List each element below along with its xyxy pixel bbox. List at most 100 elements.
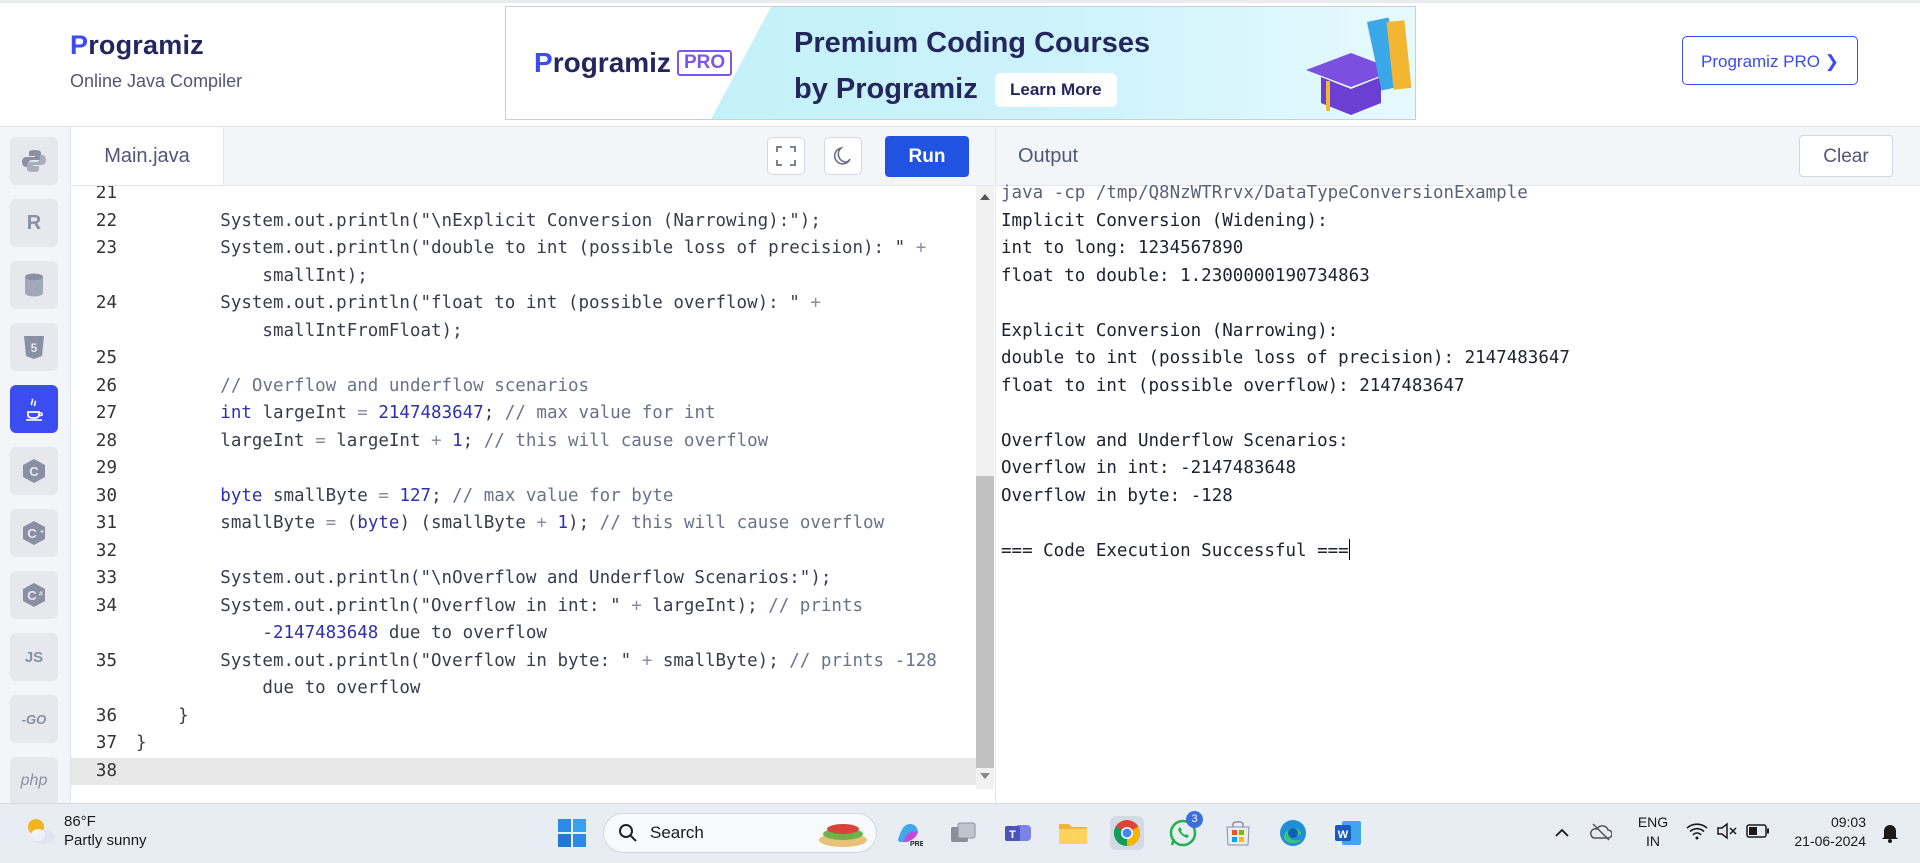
brand-logo-text: rogramiz	[88, 30, 204, 60]
code-line[interactable]: 38	[71, 757, 976, 785]
code-line[interactable]: smallInt);	[71, 263, 976, 291]
tray-overflow-chevron-icon[interactable]	[1554, 826, 1570, 838]
fullscreen-button[interactable]	[767, 137, 805, 175]
code-line[interactable]: 36 }	[71, 703, 976, 731]
onedrive-offline-icon[interactable]	[1590, 822, 1612, 842]
scroll-up-arrow-icon[interactable]	[980, 194, 990, 200]
code-text[interactable]: smallByte = (byte) (smallByte + 1); // t…	[136, 510, 884, 538]
code-text[interactable]: due to overflow	[136, 675, 420, 703]
brand[interactable]: Programiz Online Java Compiler	[70, 30, 242, 92]
brand-logo[interactable]: Programiz	[70, 30, 242, 61]
html5-icon[interactable]: 5	[10, 323, 58, 371]
run-button[interactable]: Run	[885, 136, 969, 177]
code-text[interactable]: System.out.println("Overflow in int: " +…	[136, 593, 863, 621]
code-line[interactable]: 27 int largeInt = 2147483647; // max val…	[71, 400, 976, 428]
javascript-icon[interactable]: JS	[10, 633, 58, 681]
ad-learn-more-button[interactable]: Learn More	[995, 73, 1117, 107]
scroll-thumb[interactable]	[976, 476, 994, 768]
code-text[interactable]: System.out.println("double to int (possi…	[136, 235, 926, 263]
ad-banner[interactable]: Programiz PRO Premium Coding Courses by P…	[505, 6, 1416, 120]
scroll-down-arrow-icon[interactable]	[980, 773, 990, 779]
chrome-icon[interactable]	[1110, 816, 1144, 850]
edge-icon[interactable]	[1276, 816, 1310, 850]
code-line[interactable]: 25	[71, 345, 976, 373]
c-icon[interactable]: C	[10, 447, 58, 495]
code-text[interactable]: }	[136, 730, 147, 758]
code-text[interactable]: smallIntFromFloat);	[136, 318, 462, 346]
search-label: Search	[650, 823, 704, 842]
code-text[interactable]: System.out.println("float to int (possib…	[136, 290, 821, 318]
line-number: 29	[95, 458, 117, 478]
code-text[interactable]: byte smallByte = 127; // max value for b…	[136, 483, 673, 511]
tab-main-java[interactable]: Main.java	[71, 127, 224, 185]
line-number: 22	[95, 210, 117, 231]
code-editor[interactable]: 21 22 System.out.println("\nExplicit Conv…	[71, 186, 976, 803]
code-text[interactable]: System.out.println("\nExplicit Conversio…	[136, 208, 821, 236]
notification-bell-icon[interactable]	[1880, 821, 1900, 843]
code-line[interactable]: 37}	[71, 730, 976, 758]
task-view-icon[interactable]	[946, 816, 980, 850]
code-line[interactable]: 28 largeInt = largeInt + 1; // this will…	[71, 428, 976, 456]
code-line[interactable]: 31 smallByte = (byte) (smallByte + 1); /…	[71, 510, 976, 538]
r-icon[interactable]: R	[10, 199, 58, 247]
code-line[interactable]: 35 System.out.println("Overflow in byte:…	[71, 648, 976, 676]
code-text[interactable]: }	[136, 703, 189, 731]
output-console[interactable]: java -cp /tmp/Q8NzWTRrvx/DataTypeConvers…	[995, 183, 1920, 803]
code-line[interactable]: -2147483648 due to overflow	[71, 620, 976, 648]
code-line[interactable]: 21	[71, 186, 976, 208]
code-text[interactable]: largeInt = largeInt + 1; // this will ca…	[136, 428, 768, 456]
go-icon[interactable]: -GO	[10, 695, 58, 743]
editor-scrollbar[interactable]	[976, 186, 994, 789]
code-text[interactable]: int largeInt = 2147483647; // max value …	[136, 400, 715, 428]
sql-icon[interactable]	[10, 261, 58, 309]
csharp-logo: C #	[23, 583, 45, 607]
top-divider	[0, 0, 1920, 3]
taskbar: 86°F Partly sunny Search PRE T 3 W ENG I…	[0, 803, 1920, 863]
code-text[interactable]: smallInt);	[136, 263, 367, 291]
teams-icon[interactable]: T	[1001, 816, 1035, 850]
python-icon[interactable]	[10, 137, 58, 185]
output-line: Implicit Conversion (Widening):	[1001, 210, 1328, 231]
clear-button[interactable]: Clear	[1799, 135, 1893, 177]
clock[interactable]: 09:03 21-06-2024	[1788, 814, 1866, 849]
csharp-icon[interactable]: C #	[10, 571, 58, 619]
code-line[interactable]: 32	[71, 538, 976, 566]
cpp-icon[interactable]: C +	[10, 509, 58, 557]
output-title: Output	[1018, 145, 1079, 167]
microsoft-store-icon[interactable]	[1221, 816, 1255, 850]
code-text[interactable]: -2147483648 due to overflow	[136, 620, 546, 648]
theme-toggle-button[interactable]	[824, 137, 862, 175]
php-icon[interactable]: php	[10, 757, 58, 805]
programiz-pro-button[interactable]: Programiz PRO ❯	[1682, 36, 1858, 85]
code-line[interactable]: smallIntFromFloat);	[71, 318, 976, 346]
folder-icon	[1059, 824, 1087, 844]
code-text[interactable]: System.out.println("\nOverflow and Under…	[136, 565, 831, 593]
line-number: 27	[95, 403, 117, 423]
code-line[interactable]: 33 System.out.println("\nOverflow and Un…	[71, 565, 976, 593]
code-line[interactable]: 30 byte smallByte = 127; // max value fo…	[71, 483, 976, 511]
start-button[interactable]	[555, 816, 589, 850]
volume-muted-icon[interactable]	[1716, 822, 1738, 840]
wifi-icon[interactable]	[1686, 822, 1708, 840]
code-line[interactable]: 34 System.out.println("Overflow in int: …	[71, 593, 976, 621]
code-line[interactable]: due to overflow	[71, 675, 976, 703]
code-line[interactable]: 23 System.out.println("double to int (po…	[71, 235, 976, 263]
weather-widget[interactable]: 86°F Partly sunny	[22, 813, 147, 849]
language-code: ENG	[1637, 814, 1669, 830]
code-text[interactable]: // Overflow and underflow scenarios	[136, 373, 589, 401]
windows-logo-icon	[558, 819, 586, 847]
java-icon[interactable]	[10, 385, 58, 433]
word-icon[interactable]: W	[1331, 816, 1365, 850]
output-line: Explicit Conversion (Narrowing):	[1001, 320, 1339, 341]
code-text[interactable]: System.out.println("Overflow in byte: " …	[136, 648, 937, 676]
language-indicator[interactable]: ENG IN	[1636, 814, 1670, 849]
code-line[interactable]: 26 // Overflow and underflow scenarios	[71, 373, 976, 401]
whatsapp-icon[interactable]: 3	[1166, 811, 1203, 850]
copilot-icon[interactable]: PRE	[891, 816, 925, 850]
battery-icon[interactable]	[1746, 824, 1770, 838]
taskbar-search[interactable]: Search	[603, 813, 877, 853]
code-line[interactable]: 22 System.out.println("\nExplicit Conver…	[71, 208, 976, 236]
code-line[interactable]: 29	[71, 455, 976, 483]
code-line[interactable]: 24 System.out.println("float to int (pos…	[71, 290, 976, 318]
file-explorer-icon[interactable]	[1056, 816, 1090, 850]
